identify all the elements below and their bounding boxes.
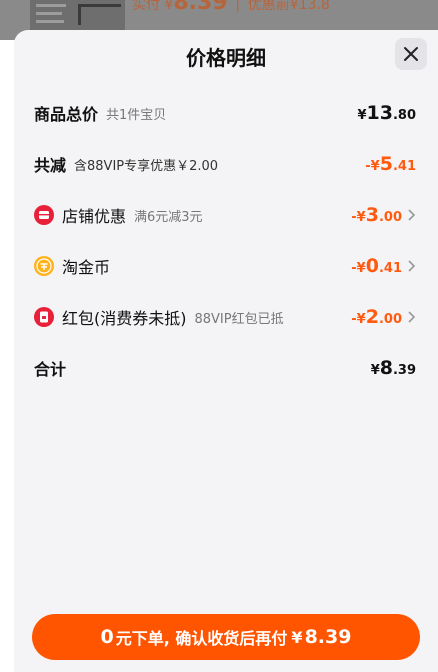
row-total-discount: 共减 含88VIP专享优惠￥2.00 -¥ 5.41 [34,149,416,179]
coin-icon [34,256,54,276]
price-detail-sheet: 价格明细 商品总价 共1件宝贝 ¥13.80 共减 含88VIP专享优惠￥2.0… [14,30,438,672]
sum-integer: 8 [379,357,393,379]
sum-label: 合计 [34,360,67,379]
sheet-title: 价格明细 [186,46,266,70]
total-discount-integer: 5 [379,153,393,175]
shop-discount-amount: -¥ 3.00 [351,204,402,226]
chevron-right-icon [408,209,416,221]
taojinbi-integer: 0 [365,255,379,277]
cta-zero: 0 [100,626,114,648]
shop-discount-label: 店铺优惠 [62,207,127,226]
row-shop-discount[interactable]: 店铺优惠 满6元减3元 -¥ 3.00 [34,200,416,230]
taojinbi-label: 淘金币 [62,258,111,277]
red-packet-icon [34,307,54,327]
total-discount-note: 含88VIP专享优惠￥2.00 [74,158,219,174]
total-price-label: 商品总价 [34,105,99,124]
shop-discount-rule: 满6元减3元 [134,209,203,225]
sum-decimal: .39 [392,363,416,378]
chevron-right-icon [408,260,416,272]
cta-text: 元下单, 确认收货后再付 [115,629,288,648]
close-button[interactable] [395,38,427,70]
background-separator: | [235,0,241,13]
red-packet-decimal: .00 [378,312,402,327]
background-price: 8.39 [173,0,228,15]
pay-later-order-button[interactable]: 0 元下单, 确认收货后再付 ¥ 8.39 [32,614,420,660]
total-price-amount: ¥13.80 [357,102,416,124]
row-total-price: 商品总价 共1件宝贝 ¥13.80 [34,98,416,128]
cta-price: 8.39 [304,626,352,648]
background-price-strip: 实付 ¥8.39 | 优惠前¥13.8 [132,0,330,20]
background-original-price: ¥13.8 [289,0,330,13]
total-price-currency: ¥ [357,108,367,123]
total-price-count: 共1件宝贝 [106,107,167,123]
red-packet-currency: -¥ [351,312,366,327]
total-price-integer: 13 [366,102,393,124]
red-packet-note: 88VIP红包已抵 [194,311,284,327]
red-packet-amount: -¥ 2.00 [351,306,402,328]
background-price-prefix: 实付 ¥ [132,0,174,13]
total-price-decimal: .80 [392,108,416,123]
total-discount-label: 共减 [34,156,67,175]
red-packet-label: 红包(消费券未抵) [62,309,187,328]
close-icon [404,47,418,61]
red-packet-integer: 2 [365,306,379,328]
sum-amount: ¥8.39 [371,357,416,379]
cta-currency: ¥ [291,627,303,647]
shop-discount-integer: 3 [365,204,379,226]
taojinbi-currency: -¥ [351,261,366,276]
taojinbi-amount: -¥ 0.41 [351,255,402,277]
total-discount-decimal: .41 [392,159,416,174]
row-sum: 合计 ¥8.39 [34,353,416,383]
background-original-label: 优惠前 [247,0,290,13]
page: 实付 ¥8.39 | 优惠前¥13.8 价格明细 商品总价 共1件宝贝 ¥13.… [0,0,438,672]
chevron-right-icon [408,311,416,323]
total-discount-currency: -¥ [365,159,380,174]
sum-currency: ¥ [370,363,380,378]
shop-coupon-icon [34,205,54,225]
row-taojinbi: 淘金币 -¥ 0.41 [34,251,416,281]
taojinbi-decimal: .41 [378,261,402,276]
shop-discount-decimal: .00 [378,210,402,225]
shop-discount-currency: -¥ [351,210,366,225]
total-discount-amount: -¥ 5.41 [365,153,416,175]
row-red-packet[interactable]: 红包(消费券未抵) 88VIP红包已抵 -¥ 2.00 [34,302,416,332]
